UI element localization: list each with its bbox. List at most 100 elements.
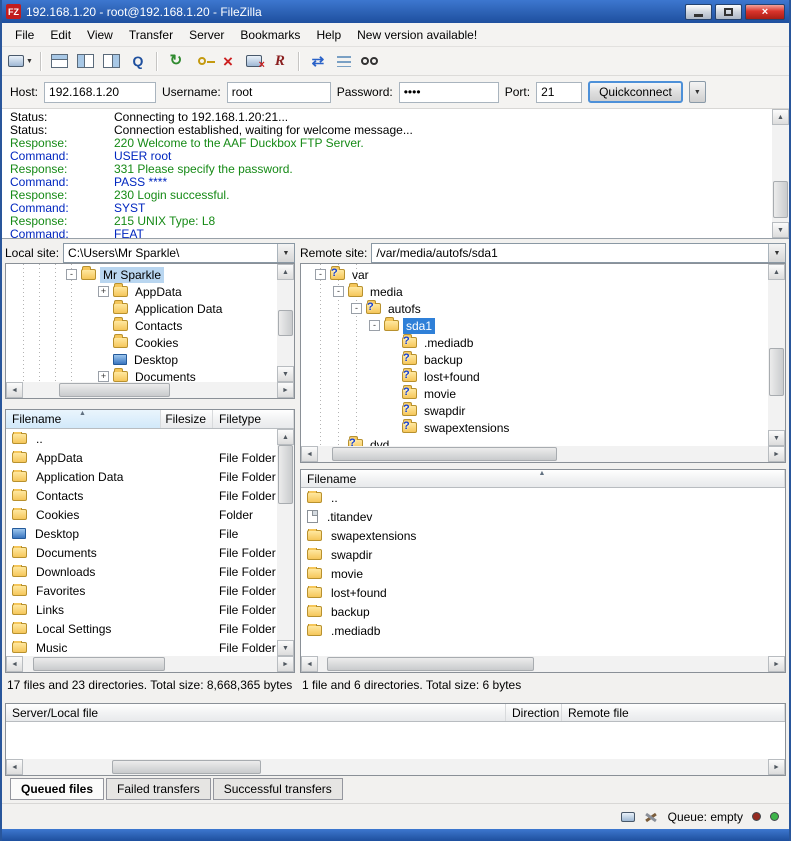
column-header-filetype[interactable]: Filetype bbox=[213, 410, 294, 428]
remote-file-row[interactable]: swapextensions bbox=[301, 526, 785, 545]
scroll-thumb[interactable] bbox=[773, 181, 788, 218]
site-manager-button[interactable]: ▼ bbox=[8, 49, 33, 73]
tree-item-desktop[interactable]: Desktop bbox=[6, 351, 277, 368]
process-queue-button[interactable] bbox=[191, 49, 213, 73]
scroll-right-button[interactable]: ► bbox=[768, 759, 785, 775]
local-file-row[interactable]: Application DataFile Folder bbox=[6, 467, 277, 486]
combo-dropdown-button[interactable]: ▼ bbox=[768, 244, 785, 262]
statusbar-connection-icon[interactable] bbox=[621, 812, 635, 822]
tree-item-documents[interactable]: +Documents bbox=[6, 368, 277, 382]
scroll-track[interactable] bbox=[318, 656, 768, 672]
port-input[interactable] bbox=[536, 82, 582, 103]
local-file-row[interactable]: MusicFile Folder bbox=[6, 638, 277, 656]
tree-item-appdata[interactable]: +AppData bbox=[6, 283, 277, 300]
expander-icon[interactable]: - bbox=[333, 286, 344, 297]
scroll-left-button[interactable]: ◄ bbox=[301, 446, 318, 462]
password-input[interactable] bbox=[399, 82, 499, 103]
tab-successful-transfers[interactable]: Successful transfers bbox=[213, 778, 343, 800]
tree-item-application-data[interactable]: Application Data bbox=[6, 300, 277, 317]
scroll-down-button[interactable]: ▼ bbox=[768, 430, 785, 446]
scroll-track[interactable] bbox=[277, 445, 294, 640]
close-button[interactable]: × bbox=[745, 4, 785, 20]
tree-item-sda1[interactable]: -sda1 bbox=[301, 317, 768, 334]
column-header-filename[interactable]: Filename▲ bbox=[6, 410, 161, 428]
column-header-server-local-file[interactable]: Server/Local file bbox=[6, 704, 506, 721]
tab-queued-files[interactable]: Queued files bbox=[10, 778, 104, 800]
expander-icon[interactable]: - bbox=[369, 320, 380, 331]
scroll-up-button[interactable]: ▲ bbox=[277, 429, 294, 445]
host-input[interactable] bbox=[44, 82, 156, 103]
tree-item-autofs[interactable]: -autofs bbox=[301, 300, 768, 317]
tree-item-dvd[interactable]: dvd bbox=[301, 436, 768, 446]
remote-file-row[interactable]: backup bbox=[301, 602, 785, 621]
remote-list-horizontal-scrollbar[interactable]: ◄ ► bbox=[301, 656, 785, 672]
scroll-down-button[interactable]: ▼ bbox=[277, 640, 294, 656]
remote-site-combobox[interactable]: /var/media/autofs/sda1 ▼ bbox=[371, 243, 786, 263]
tab-failed-transfers[interactable]: Failed transfers bbox=[106, 778, 211, 800]
reconnect-button[interactable]: R bbox=[269, 49, 291, 73]
local-file-row[interactable]: DocumentsFile Folder bbox=[6, 543, 277, 562]
remote-file-row[interactable]: .titandev bbox=[301, 507, 785, 526]
local-file-row[interactable]: CookiesFolder bbox=[6, 505, 277, 524]
menu-new-version[interactable]: New version available! bbox=[349, 24, 485, 46]
scroll-left-button[interactable]: ◄ bbox=[6, 382, 23, 398]
scroll-track[interactable] bbox=[772, 125, 789, 222]
menu-server[interactable]: Server bbox=[181, 24, 232, 46]
menu-bookmarks[interactable]: Bookmarks bbox=[232, 24, 308, 46]
scroll-track[interactable] bbox=[23, 759, 768, 775]
scroll-right-button[interactable]: ► bbox=[277, 382, 294, 398]
expander-icon[interactable]: - bbox=[351, 303, 362, 314]
local-list-vertical-scrollbar[interactable]: ▲ ▼ bbox=[277, 429, 294, 656]
remote-file-row[interactable]: swapdir bbox=[301, 545, 785, 564]
tree-item-mr-sparkle[interactable]: -Mr Sparkle bbox=[6, 266, 277, 283]
tree-item-backup[interactable]: backup bbox=[301, 351, 768, 368]
local-file-row[interactable]: Local SettingsFile Folder bbox=[6, 619, 277, 638]
tree-item-swapextensions[interactable]: swapextensions bbox=[301, 419, 768, 436]
expander-icon[interactable]: + bbox=[98, 286, 109, 297]
menu-transfer[interactable]: Transfer bbox=[121, 24, 181, 46]
scroll-right-button[interactable]: ► bbox=[768, 656, 785, 672]
remote-file-row[interactable]: lost+found bbox=[301, 583, 785, 602]
queue-horizontal-scrollbar[interactable]: ◄ ► bbox=[6, 759, 785, 775]
scroll-thumb[interactable] bbox=[112, 760, 261, 774]
column-header-filename[interactable]: Filename▲ bbox=[301, 470, 785, 487]
tree-item-swapdir[interactable]: swapdir bbox=[301, 402, 768, 419]
refresh-button[interactable]: ↻ bbox=[165, 49, 187, 73]
scroll-thumb[interactable] bbox=[769, 348, 784, 396]
scroll-up-button[interactable]: ▲ bbox=[277, 264, 294, 280]
scroll-thumb[interactable] bbox=[332, 447, 557, 461]
local-file-row[interactable]: FavoritesFile Folder bbox=[6, 581, 277, 600]
quickconnect-dropdown-button[interactable]: ▼ bbox=[689, 81, 706, 103]
cancel-button[interactable]: × bbox=[217, 49, 239, 73]
tree-item-movie[interactable]: movie bbox=[301, 385, 768, 402]
toggle-remote-tree-button[interactable] bbox=[101, 49, 123, 73]
local-list-horizontal-scrollbar[interactable]: ◄ ► bbox=[6, 656, 294, 672]
local-splitter[interactable] bbox=[5, 399, 295, 409]
directory-comparison-button[interactable]: ⇄ bbox=[307, 49, 329, 73]
title-bar[interactable]: FZ 192.168.1.20 - root@192.168.1.20 - Fi… bbox=[2, 0, 789, 23]
tree-item-mediadb[interactable]: .mediadb bbox=[301, 334, 768, 351]
toggle-message-log-button[interactable] bbox=[49, 49, 71, 73]
remote-file-row[interactable]: .mediadb bbox=[301, 621, 785, 640]
synchronized-browsing-button[interactable] bbox=[333, 49, 355, 73]
expander-icon[interactable]: - bbox=[66, 269, 77, 280]
column-header-filesize[interactable]: Filesize bbox=[161, 410, 213, 428]
local-file-row[interactable]: LinksFile Folder bbox=[6, 600, 277, 619]
local-file-row[interactable]: DesktopFile bbox=[6, 524, 277, 543]
local-tree-horizontal-scrollbar[interactable]: ◄ ► bbox=[6, 382, 294, 398]
scroll-thumb[interactable] bbox=[59, 383, 171, 397]
local-file-row[interactable]: ContactsFile Folder bbox=[6, 486, 277, 505]
scroll-left-button[interactable]: ◄ bbox=[6, 656, 23, 672]
local-file-row[interactable]: DownloadsFile Folder bbox=[6, 562, 277, 581]
scroll-up-button[interactable]: ▲ bbox=[768, 264, 785, 280]
scroll-down-button[interactable]: ▼ bbox=[277, 366, 294, 382]
scroll-track[interactable] bbox=[318, 446, 768, 462]
scroll-left-button[interactable]: ◄ bbox=[301, 656, 318, 672]
find-files-button[interactable] bbox=[359, 49, 381, 73]
scroll-thumb[interactable] bbox=[278, 310, 293, 336]
scroll-thumb[interactable] bbox=[33, 657, 165, 671]
toggle-queue-button[interactable]: Q bbox=[127, 49, 149, 73]
scroll-right-button[interactable]: ► bbox=[277, 656, 294, 672]
username-input[interactable] bbox=[227, 82, 331, 103]
tree-item-cookies[interactable]: Cookies bbox=[6, 334, 277, 351]
